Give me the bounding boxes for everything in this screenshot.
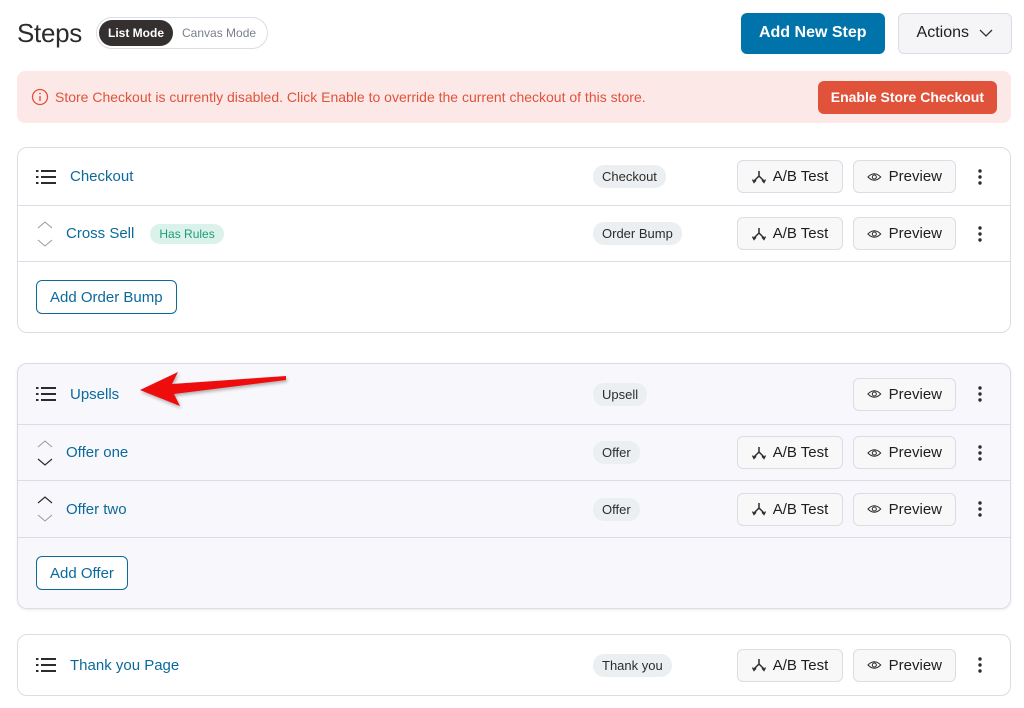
step-row-offer-two: Offer two Offer A/B Test Preview <box>18 481 1010 538</box>
group-footer: Add Order Bump <box>18 262 1010 332</box>
ab-test-button[interactable]: A/B Test <box>737 648 843 682</box>
upsells-group: Upsells Upsell Preview Offer one Offer A… <box>17 363 1011 609</box>
step-type-badge: Offer <box>593 441 640 464</box>
thank-you-group: Thank you Page Thank you A/B Test Previe… <box>17 634 1011 696</box>
step-row-thank-you: Thank you Page Thank you A/B Test Previe… <box>18 635 1010 695</box>
ab-test-button[interactable]: A/B Test <box>737 492 843 526</box>
preview-label: Preview <box>888 444 942 461</box>
chevron-down-icon <box>979 29 993 37</box>
checkout-group: Checkout Checkout A/B Test Preview Cross… <box>17 147 1011 333</box>
ab-test-label: A/B Test <box>772 444 829 461</box>
reorder-arrows-icon[interactable] <box>36 495 54 523</box>
ab-test-button[interactable]: A/B Test <box>737 160 843 193</box>
step-name-link[interactable]: Offer one <box>66 444 128 461</box>
more-options-icon[interactable] <box>970 384 990 404</box>
more-options-icon[interactable] <box>970 443 990 463</box>
preview-label: Preview <box>888 656 942 674</box>
more-options-icon[interactable] <box>970 499 990 519</box>
ab-test-button[interactable]: A/B Test <box>737 436 843 469</box>
eye-icon <box>867 390 882 398</box>
list-icon[interactable] <box>36 386 56 402</box>
preview-button[interactable]: Preview <box>853 377 956 411</box>
list-mode-tab[interactable]: List Mode <box>99 20 173 46</box>
enable-store-checkout-button[interactable]: Enable Store Checkout <box>817 80 997 114</box>
ab-test-label: A/B Test <box>772 500 829 518</box>
split-icon <box>751 659 766 672</box>
page-title: Steps <box>17 17 82 48</box>
preview-button[interactable]: Preview <box>853 648 956 682</box>
actions-label: Actions <box>916 24 969 41</box>
split-icon <box>751 503 766 516</box>
info-icon <box>31 88 49 106</box>
step-row-checkout: Checkout Checkout A/B Test Preview <box>18 148 1010 206</box>
notice-text: Store Checkout is currently disabled. Cl… <box>55 89 646 105</box>
more-options-icon[interactable] <box>970 224 990 244</box>
step-name-link[interactable]: Thank you Page <box>70 657 179 674</box>
page-header: Steps List Mode Canvas Mode Add New Step… <box>17 12 1012 54</box>
actions-dropdown[interactable]: Actions <box>897 12 1012 54</box>
ab-test-button[interactable]: A/B Test <box>737 217 843 250</box>
step-row-cross-sell: Cross Sell Has Rules Order Bump A/B Test… <box>18 206 1010 262</box>
ab-test-label: A/B Test <box>772 168 829 185</box>
reorder-arrows-icon[interactable] <box>36 439 54 467</box>
split-icon <box>751 227 766 241</box>
add-offer-button[interactable]: Add Offer <box>36 556 128 590</box>
preview-button[interactable]: Preview <box>853 436 956 469</box>
preview-button[interactable]: Preview <box>853 492 956 526</box>
preview-button[interactable]: Preview <box>853 217 956 250</box>
step-name-link[interactable]: Cross Sell <box>66 225 134 242</box>
eye-icon <box>867 448 882 457</box>
step-type-badge: Upsell <box>593 382 648 406</box>
reorder-arrows-icon[interactable] <box>36 220 54 248</box>
add-order-bump-button[interactable]: Add Order Bump <box>36 280 177 314</box>
step-row-offer-one: Offer one Offer A/B Test Preview <box>18 425 1010 481</box>
step-type-badge: Thank you <box>593 653 672 677</box>
preview-label: Preview <box>888 385 942 403</box>
list-icon[interactable] <box>36 169 56 185</box>
preview-button[interactable]: Preview <box>853 160 956 193</box>
step-type-badge: Checkout <box>593 165 666 188</box>
step-type-badge: Order Bump <box>593 222 682 245</box>
eye-icon <box>867 229 882 238</box>
mode-toggle: List Mode Canvas Mode <box>96 17 269 49</box>
eye-icon <box>867 661 882 669</box>
preview-label: Preview <box>888 168 942 185</box>
eye-icon <box>867 172 882 181</box>
has-rules-badge: Has Rules <box>150 223 224 244</box>
ab-test-label: A/B Test <box>772 656 829 674</box>
more-options-icon[interactable] <box>970 167 990 187</box>
ab-test-label: A/B Test <box>772 225 829 242</box>
preview-label: Preview <box>888 225 942 242</box>
more-options-icon[interactable] <box>970 655 990 675</box>
group-footer: Add Offer <box>18 538 1010 608</box>
add-new-step-button[interactable]: Add New Step <box>740 12 885 54</box>
step-name-link[interactable]: Offer two <box>66 501 127 518</box>
step-name-link[interactable]: Checkout <box>70 168 133 185</box>
list-icon[interactable] <box>36 657 56 673</box>
preview-label: Preview <box>888 500 942 518</box>
step-type-badge: Offer <box>593 497 640 521</box>
step-row-upsells: Upsells Upsell Preview <box>18 364 1010 425</box>
store-checkout-notice: Store Checkout is currently disabled. Cl… <box>17 71 1011 123</box>
split-icon <box>751 170 766 184</box>
step-name-link[interactable]: Upsells <box>70 386 119 403</box>
split-icon <box>751 446 766 460</box>
canvas-mode-tab[interactable]: Canvas Mode <box>173 20 265 46</box>
eye-icon <box>867 505 882 513</box>
